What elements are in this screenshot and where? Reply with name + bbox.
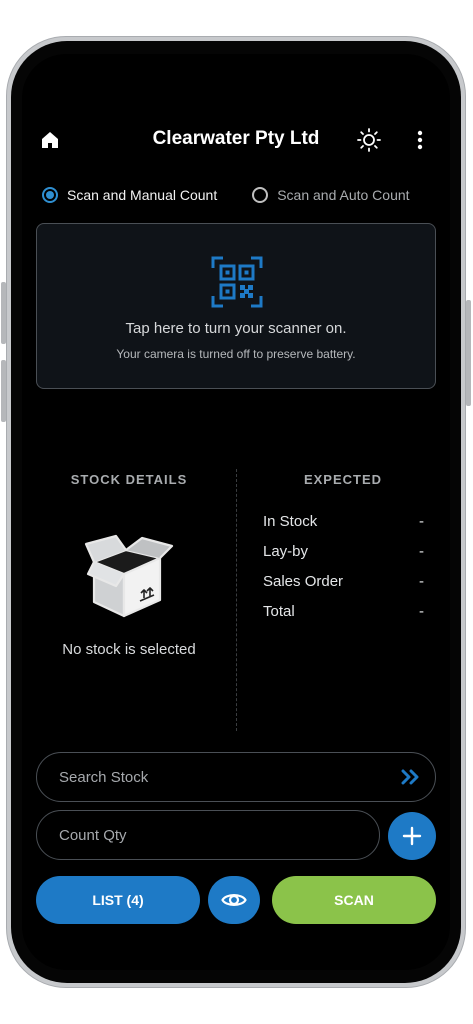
radio-auto-count-label: Scan and Auto Count xyxy=(277,187,410,203)
app-screen: Clearwater Pty Ltd Scan and Manual Count… xyxy=(22,54,450,970)
add-count-button[interactable] xyxy=(388,812,436,860)
scanner-subtitle: Your camera is turned off to preserve ba… xyxy=(116,347,356,361)
plus-icon xyxy=(402,826,422,846)
radio-checked-icon xyxy=(42,187,58,203)
expected-value: - xyxy=(419,603,424,620)
expected-row-lay-by: Lay-by - xyxy=(263,543,424,563)
eye-icon xyxy=(221,894,247,906)
expected-heading: EXPECTED xyxy=(303,472,383,487)
expected-label: In Stock xyxy=(263,513,318,530)
expected-row-sales-order: Sales Order - xyxy=(263,573,424,593)
double-chevron-right-icon[interactable] xyxy=(398,766,422,788)
list-button[interactable]: LIST (4) xyxy=(36,876,200,924)
more-vertical-icon[interactable] xyxy=(410,126,430,154)
search-stock-placeholder: Search Stock xyxy=(59,768,149,786)
radio-auto-count[interactable]: Scan and Auto Count xyxy=(252,187,410,203)
scanner-title: Tap here to turn your scanner on. xyxy=(125,320,347,337)
view-toggle-button[interactable] xyxy=(208,876,260,924)
expected-value: - xyxy=(419,573,424,590)
expected-value: - xyxy=(419,513,424,530)
expected-label: Sales Order xyxy=(263,573,344,590)
scan-button[interactable]: SCAN xyxy=(272,876,436,924)
qr-scan-icon xyxy=(211,256,263,308)
volume-down-button xyxy=(1,360,6,422)
power-button xyxy=(466,300,471,406)
sun-icon[interactable] xyxy=(354,125,384,155)
radio-unchecked-icon xyxy=(252,187,269,203)
radio-manual-count-label: Scan and Manual Count xyxy=(67,187,218,203)
expected-label: Total xyxy=(263,603,295,620)
volume-up-button xyxy=(1,282,6,344)
list-button-label: LIST (4) xyxy=(92,892,144,908)
expected-row-in-stock: In Stock - xyxy=(263,513,424,533)
scanner-toggle-panel[interactable]: Tap here to turn your scanner on. Your c… xyxy=(36,223,436,389)
count-qty-input[interactable]: Count Qty xyxy=(36,810,380,860)
no-stock-message: No stock is selected xyxy=(62,641,196,658)
count-qty-placeholder: Count Qty xyxy=(59,826,127,844)
stock-details-heading: STOCK DETAILS xyxy=(70,472,188,487)
column-divider xyxy=(236,469,237,731)
open-box-icon xyxy=(84,534,174,620)
expected-row-total: Total - xyxy=(263,603,424,623)
expected-value: - xyxy=(419,543,424,560)
search-stock-input[interactable]: Search Stock xyxy=(36,752,436,802)
count-mode-selector: Scan and Manual Count Scan and Auto Coun… xyxy=(42,184,430,206)
page-title: Clearwater Pty Ltd xyxy=(152,128,320,149)
expected-label: Lay-by xyxy=(263,543,309,560)
scan-button-label: SCAN xyxy=(334,892,374,908)
radio-manual-count[interactable]: Scan and Manual Count xyxy=(42,187,217,203)
